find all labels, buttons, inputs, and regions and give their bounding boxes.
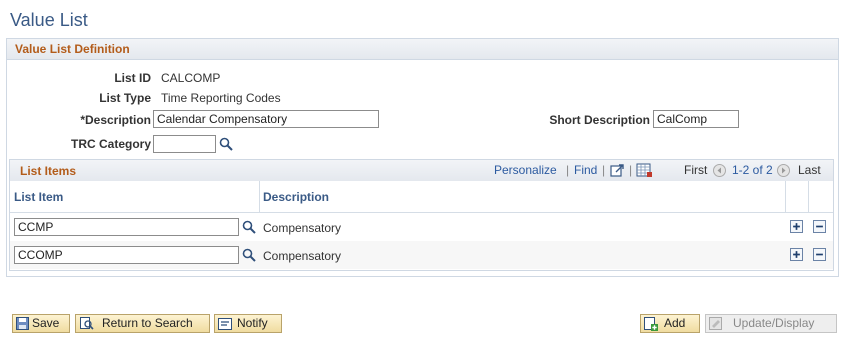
list-item-input[interactable]: CCOMP bbox=[14, 246, 239, 264]
last-label: Last bbox=[798, 163, 821, 177]
list-id-label: List ID bbox=[114, 71, 151, 85]
save-button[interactable]: Save bbox=[12, 314, 70, 333]
download-spreadsheet-icon[interactable] bbox=[636, 163, 653, 178]
nav-separator: | bbox=[602, 163, 606, 177]
add-label: Add bbox=[664, 316, 686, 330]
previous-arrow-icon[interactable] bbox=[713, 164, 726, 177]
list-items-grid: List Items Personalize | Find | | First … bbox=[9, 159, 834, 271]
panel-header: Value List Definition bbox=[7, 39, 838, 60]
next-arrow-icon[interactable] bbox=[777, 164, 790, 177]
personalize-link[interactable]: Personalize bbox=[494, 163, 557, 177]
panel-title: Value List Definition bbox=[15, 42, 130, 56]
row-description: Compensatory bbox=[263, 221, 342, 235]
description-input[interactable]: Calendar Compensatory bbox=[153, 110, 379, 128]
nav-separator: | bbox=[629, 163, 633, 177]
row-description: Compensatory bbox=[263, 249, 342, 263]
column-header-list-item: List Item bbox=[14, 190, 64, 204]
list-item-input[interactable]: CCMP bbox=[14, 218, 239, 236]
nav-separator: | bbox=[566, 163, 570, 177]
column-header-description: Description bbox=[263, 190, 330, 204]
return-to-search-button[interactable]: Return to Search bbox=[75, 314, 210, 333]
list-type-label: List Type bbox=[99, 91, 151, 105]
delete-row-icon[interactable] bbox=[813, 248, 826, 261]
update-display-label: Update/Display bbox=[733, 316, 815, 330]
delete-row-icon[interactable] bbox=[813, 220, 826, 233]
add-icon bbox=[644, 317, 658, 331]
page-title: Value List bbox=[10, 10, 88, 30]
save-icon bbox=[16, 317, 29, 330]
table-row: CCMP Compensatory bbox=[10, 213, 833, 242]
row-range: 1-2 of 2 bbox=[732, 163, 773, 177]
notify-button[interactable]: Notify bbox=[214, 314, 282, 333]
first-label: First bbox=[684, 163, 708, 177]
list-type-value: Time Reporting Codes bbox=[161, 91, 281, 105]
update-display-button[interactable]: Update/Display bbox=[705, 314, 837, 333]
trc-category-label: TRC Category bbox=[70, 137, 151, 151]
notify-label: Notify bbox=[237, 316, 268, 330]
add-row-icon[interactable] bbox=[790, 248, 803, 261]
return-to-search-label: Return to Search bbox=[102, 316, 193, 330]
update-display-icon bbox=[709, 317, 722, 330]
search-icon[interactable] bbox=[219, 137, 233, 151]
add-row-icon[interactable] bbox=[790, 220, 803, 233]
short-description-input[interactable]: CalComp bbox=[653, 110, 739, 128]
search-icon[interactable] bbox=[242, 220, 256, 234]
value-list-definition-panel: Value List Definition List ID CALCOMP Li… bbox=[6, 38, 839, 277]
add-button[interactable]: Add bbox=[640, 314, 700, 333]
short-description-label: Short Description bbox=[549, 113, 650, 127]
column-header-row: List Item Description bbox=[10, 181, 833, 213]
return-search-icon bbox=[80, 317, 94, 330]
description-label: *Description bbox=[80, 113, 151, 127]
new-window-icon[interactable] bbox=[610, 163, 625, 178]
grid-header: List Items Personalize | Find | | First … bbox=[10, 160, 833, 182]
save-label: Save bbox=[32, 316, 60, 330]
list-id-value: CALCOMP bbox=[161, 71, 221, 85]
notify-icon bbox=[218, 318, 232, 330]
find-link[interactable]: Find bbox=[574, 163, 597, 177]
grid-title: List Items bbox=[20, 164, 77, 178]
trc-category-input[interactable] bbox=[153, 135, 216, 153]
search-icon[interactable] bbox=[242, 248, 256, 262]
table-row: CCOMP Compensatory bbox=[10, 241, 833, 269]
